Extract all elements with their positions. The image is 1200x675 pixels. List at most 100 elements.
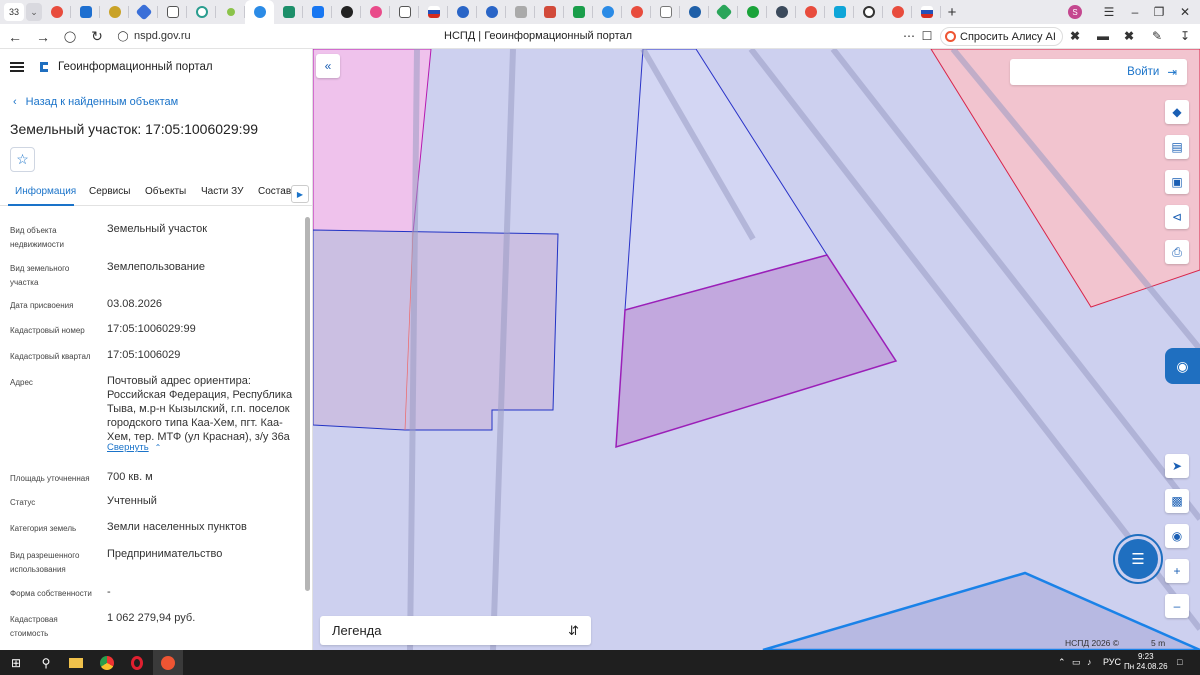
- yandex-browser-icon[interactable]: [153, 650, 183, 675]
- tab-list-chevron-icon[interactable]: ⌄: [26, 3, 42, 21]
- browser-tab[interactable]: [912, 0, 941, 24]
- browser-tab[interactable]: [100, 0, 129, 24]
- restore-icon[interactable]: ❐: [1146, 0, 1172, 24]
- browser-tab[interactable]: [361, 0, 390, 24]
- browser-tab[interactable]: [419, 0, 448, 24]
- tab-objects[interactable]: Объекты: [145, 186, 186, 197]
- browser-tab[interactable]: [709, 0, 738, 24]
- browser-tab[interactable]: [593, 0, 622, 24]
- download-icon[interactable]: ↧: [1176, 27, 1194, 45]
- browser-tab[interactable]: [477, 0, 506, 24]
- notifications-icon[interactable]: □: [1177, 657, 1182, 667]
- help-chat-tab[interactable]: ◉: [1165, 348, 1200, 384]
- tab-services[interactable]: Сервисы: [89, 186, 130, 197]
- area-select-button[interactable]: ▣: [1165, 170, 1189, 194]
- close-icon[interactable]: ✕: [1172, 0, 1198, 24]
- browser-tab[interactable]: [796, 0, 825, 24]
- tray-chevron-icon[interactable]: ⌃: [1058, 657, 1066, 668]
- browser-tab-strip: 33 ⌄ +: [0, 0, 1200, 24]
- geolocate-button[interactable]: ➤: [1165, 454, 1189, 478]
- minus-icon: –: [1173, 599, 1181, 613]
- collapse-panel-button[interactable]: «: [316, 54, 340, 78]
- menu-icon[interactable]: ☰: [1096, 0, 1122, 24]
- ruler-button[interactable]: ▤: [1165, 135, 1189, 159]
- login-button[interactable]: Войти ⇥: [1010, 59, 1187, 85]
- browser-tab[interactable]: [303, 0, 332, 24]
- browser-tab[interactable]: [854, 0, 883, 24]
- tab-count-badge[interactable]: 33: [4, 3, 24, 21]
- browser-tab[interactable]: [883, 0, 912, 24]
- layers-button[interactable]: ◆: [1165, 100, 1189, 124]
- location-button[interactable]: ◉: [1165, 524, 1189, 548]
- new-tab-icon[interactable]: +: [941, 0, 963, 24]
- browser-tab[interactable]: [187, 0, 216, 24]
- print-button[interactable]: ⎙: [1165, 240, 1189, 264]
- network-icon[interactable]: ▭: [1072, 657, 1081, 668]
- language-indicator[interactable]: РУС: [1103, 657, 1121, 667]
- forward-arrow-icon[interactable]: →: [33, 24, 53, 49]
- panel-scrollbar[interactable]: [305, 217, 310, 591]
- browser-tab[interactable]: [680, 0, 709, 24]
- minimap-button[interactable]: ▩: [1165, 489, 1189, 513]
- browser-tab[interactable]: [622, 0, 651, 24]
- extension-icon[interactable]: ▬: [1094, 27, 1112, 45]
- profile-avatar[interactable]: S: [1068, 5, 1082, 19]
- tab-parts[interactable]: Части ЗУ: [201, 186, 243, 197]
- plus-icon: +: [1173, 564, 1181, 578]
- share-button[interactable]: ⊲: [1165, 205, 1189, 229]
- file-explorer-icon[interactable]: [61, 650, 91, 675]
- map-layers: [313, 49, 1200, 650]
- minimize-icon[interactable]: –: [1122, 0, 1148, 24]
- url-field[interactable]: nspd.gov.ru: [134, 30, 191, 42]
- bookmark-icon[interactable]: ☐: [918, 27, 936, 45]
- extension-icon[interactable]: ✖: [1066, 27, 1084, 45]
- chat-assistant-button[interactable]: ☰: [1118, 539, 1158, 579]
- browser-tab[interactable]: [535, 0, 564, 24]
- shield-icon[interactable]: ◯: [60, 24, 80, 49]
- browser-tab[interactable]: [71, 0, 100, 24]
- chrome-icon[interactable]: [92, 650, 122, 675]
- legend-dropdown[interactable]: Легенда ⇵: [320, 616, 591, 645]
- system-clock[interactable]: 9:23 Пн 24.08.26: [1124, 652, 1168, 672]
- browser-tab[interactable]: [42, 0, 71, 24]
- tab-composition[interactable]: Состав: [258, 186, 291, 197]
- tab-information[interactable]: Информация: [15, 186, 76, 197]
- browser-tab[interactable]: [129, 0, 158, 24]
- extension-icon[interactable]: ✎: [1148, 27, 1166, 45]
- hamburger-menu-icon[interactable]: [10, 62, 24, 72]
- collapse-address-link[interactable]: Свернуть ⌃: [107, 442, 161, 453]
- browser-tab[interactable]: [390, 0, 419, 24]
- tabs-scroll-right-button[interactable]: ▶: [291, 185, 309, 203]
- page-title: НСПД | Геоинформационный портал: [444, 30, 633, 42]
- ask-alice-button[interactable]: Спросить Алису AI: [940, 27, 1063, 46]
- browser-tab[interactable]: [738, 0, 767, 24]
- map-canvas[interactable]: « Войти ⇥ ◆ ▤ ▣ ⊲ ⎙ ◉ ➤ ▩ ◉ + – ☰ Легенда…: [313, 49, 1200, 650]
- browser-tab[interactable]: [767, 0, 796, 24]
- browser-tab[interactable]: [332, 0, 361, 24]
- browser-tab[interactable]: [825, 0, 854, 24]
- reload-icon[interactable]: ↻: [87, 24, 107, 49]
- extension-icon[interactable]: ✖: [1120, 27, 1138, 45]
- zoom-out-button[interactable]: –: [1165, 594, 1189, 618]
- more-icon[interactable]: ⋯: [900, 27, 918, 45]
- print-icon: ⎙: [1172, 244, 1182, 259]
- zoom-in-button[interactable]: +: [1165, 559, 1189, 583]
- browser-tab[interactable]: [274, 0, 303, 24]
- back-to-results-link[interactable]: ‹ Назад к найденным объектам: [13, 96, 178, 108]
- back-arrow-icon[interactable]: ←: [5, 24, 25, 49]
- browser-tab[interactable]: [506, 0, 535, 24]
- browser-tab[interactable]: [651, 0, 680, 24]
- opera-icon[interactable]: [122, 650, 152, 675]
- windows-start-icon[interactable]: ⊞: [1, 650, 31, 675]
- favorite-star-button[interactable]: ☆: [10, 147, 35, 172]
- browser-tab[interactable]: [216, 0, 245, 24]
- browser-tab[interactable]: [448, 0, 477, 24]
- object-info-panel: Геоинформационный портал ‹ Назад к найден…: [0, 49, 313, 650]
- volume-icon[interactable]: ♪: [1087, 657, 1092, 667]
- browser-tab[interactable]: [564, 0, 593, 24]
- lock-icon[interactable]: ◯: [113, 24, 133, 49]
- browser-tab-active[interactable]: [245, 0, 274, 24]
- browser-tab[interactable]: [158, 0, 187, 24]
- object-heading: Земельный участок: 17:05:1006029:99: [10, 121, 259, 137]
- search-icon[interactable]: ⚲: [31, 650, 61, 675]
